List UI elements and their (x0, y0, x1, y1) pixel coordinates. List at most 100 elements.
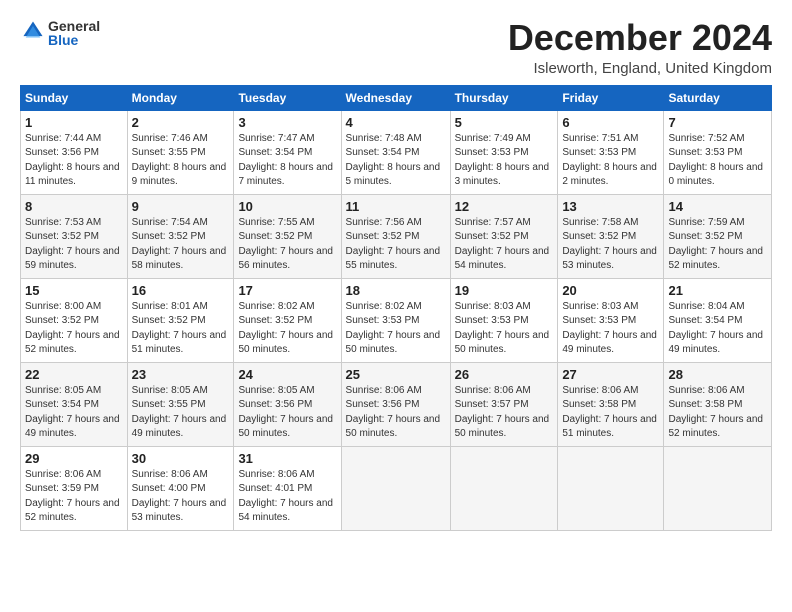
day-number: 26 (455, 367, 554, 382)
day-info: Sunrise: 8:05 AMSunset: 3:55 PMDaylight:… (132, 384, 230, 442)
day-number: 3 (238, 115, 336, 130)
calendar-cell: 12 Sunrise: 7:57 AMSunset: 3:52 PMDayligh… (450, 194, 558, 278)
day-number: 2 (132, 115, 230, 130)
calendar-cell: 26 Sunrise: 8:06 AMSunset: 3:57 PMDayligh… (450, 362, 558, 446)
calendar-cell: 21 Sunrise: 8:04 AMSunset: 3:54 PMDayligh… (664, 278, 772, 362)
day-info: Sunrise: 7:53 AMSunset: 3:52 PMDaylight:… (25, 216, 123, 274)
calendar-cell: 27 Sunrise: 8:06 AMSunset: 3:58 PMDayligh… (558, 362, 664, 446)
logo-icon (22, 20, 44, 42)
day-info: Sunrise: 8:06 AMSunset: 3:58 PMDaylight:… (562, 384, 659, 442)
day-of-week-header: Tuesday (234, 85, 341, 110)
day-number: 4 (346, 115, 446, 130)
calendar-cell: 19 Sunrise: 8:03 AMSunset: 3:53 PMDayligh… (450, 278, 558, 362)
day-info: Sunrise: 8:06 AMSunset: 3:59 PMDaylight:… (25, 468, 123, 526)
calendar-cell: 24 Sunrise: 8:05 AMSunset: 3:56 PMDayligh… (234, 362, 341, 446)
calendar-cell (664, 446, 772, 530)
day-info: Sunrise: 7:49 AMSunset: 3:53 PMDaylight:… (455, 132, 554, 190)
day-info: Sunrise: 7:59 AMSunset: 3:52 PMDaylight:… (668, 216, 767, 274)
day-of-week-header: Sunday (21, 85, 128, 110)
logo: General Blue (20, 18, 100, 48)
calendar-cell: 20Sunrise: 8:03 AMSunset: 3:53 PMDayligh… (558, 278, 664, 362)
day-number: 24 (238, 367, 336, 382)
calendar-cell: 31 Sunrise: 8:06 AMSunset: 4:01 PMDayligh… (234, 446, 341, 530)
day-number: 9 (132, 199, 230, 214)
day-info: Sunrise: 8:06 AMSunset: 4:01 PMDaylight:… (238, 468, 336, 526)
day-info: Sunrise: 7:44 AMSunset: 3:56 PMDaylight:… (25, 132, 123, 190)
day-info: Sunrise: 7:47 AMSunset: 3:54 PMDaylight:… (238, 132, 336, 190)
calendar-cell: 16Sunrise: 8:01 AMSunset: 3:52 PMDayligh… (127, 278, 234, 362)
calendar-cell (450, 446, 558, 530)
day-number: 18 (346, 283, 446, 298)
day-info: Sunrise: 8:05 AMSunset: 3:56 PMDaylight:… (238, 384, 336, 442)
day-info: Sunrise: 7:51 AMSunset: 3:53 PMDaylight:… (562, 132, 659, 190)
calendar-cell: 8 Sunrise: 7:53 AMSunset: 3:52 PMDaylight… (21, 194, 128, 278)
day-info: Sunrise: 8:06 AMSunset: 4:00 PMDaylight:… (132, 468, 230, 526)
day-number: 30 (132, 451, 230, 466)
day-number: 29 (25, 451, 123, 466)
day-number: 6 (562, 115, 659, 130)
calendar-cell: 14 Sunrise: 7:59 AMSunset: 3:52 PMDayligh… (664, 194, 772, 278)
page-header: General Blue December 2024 Isleworth, En… (20, 18, 772, 77)
day-number: 22 (25, 367, 123, 382)
calendar-cell: 25Sunrise: 8:06 AMSunset: 3:56 PMDayligh… (341, 362, 450, 446)
day-of-week-header: Thursday (450, 85, 558, 110)
day-number: 14 (668, 199, 767, 214)
calendar-cell: 3 Sunrise: 7:47 AMSunset: 3:54 PMDaylight… (234, 110, 341, 194)
day-info: Sunrise: 7:57 AMSunset: 3:52 PMDaylight:… (455, 216, 554, 274)
calendar-cell: 28 Sunrise: 8:06 AMSunset: 3:58 PMDayligh… (664, 362, 772, 446)
calendar-cell: 23 Sunrise: 8:05 AMSunset: 3:55 PMDayligh… (127, 362, 234, 446)
day-info: Sunrise: 8:02 AMSunset: 3:53 PMDaylight:… (346, 300, 446, 358)
calendar-cell: 1 Sunrise: 7:44 AMSunset: 3:56 PMDaylight… (21, 110, 128, 194)
day-info: Sunrise: 7:55 AMSunset: 3:52 PMDaylight:… (238, 216, 336, 274)
day-info: Sunrise: 8:01 AMSunset: 3:52 PMDaylight:… (132, 300, 230, 358)
calendar-cell (341, 446, 450, 530)
title-block: December 2024 Isleworth, England, United… (508, 18, 772, 77)
location-subtitle: Isleworth, England, United Kingdom (508, 60, 772, 77)
day-info: Sunrise: 8:00 AMSunset: 3:52 PMDaylight:… (25, 300, 123, 358)
day-info: Sunrise: 8:05 AMSunset: 3:54 PMDaylight:… (25, 384, 123, 442)
calendar-cell: 7Sunrise: 7:52 AMSunset: 3:53 PMDaylight… (664, 110, 772, 194)
day-info: Sunrise: 8:03 AMSunset: 3:53 PMDaylight:… (562, 300, 659, 358)
calendar-cell: 10 Sunrise: 7:55 AMSunset: 3:52 PMDayligh… (234, 194, 341, 278)
day-number: 5 (455, 115, 554, 130)
day-number: 27 (562, 367, 659, 382)
day-number: 11 (346, 199, 446, 214)
day-info: Sunrise: 8:06 AMSunset: 3:57 PMDaylight:… (455, 384, 554, 442)
day-info: Sunrise: 7:48 AMSunset: 3:54 PMDaylight:… (346, 132, 446, 190)
day-info: Sunrise: 7:56 AMSunset: 3:52 PMDaylight:… (346, 216, 446, 274)
day-number: 23 (132, 367, 230, 382)
day-number: 31 (238, 451, 336, 466)
day-of-week-header: Saturday (664, 85, 772, 110)
calendar-cell: 4 Sunrise: 7:48 AMSunset: 3:54 PMDaylight… (341, 110, 450, 194)
calendar-cell: 6 Sunrise: 7:51 AMSunset: 3:53 PMDaylight… (558, 110, 664, 194)
day-info: Sunrise: 8:03 AMSunset: 3:53 PMDaylight:… (455, 300, 554, 358)
calendar-cell (558, 446, 664, 530)
calendar-cell: 17Sunrise: 8:02 AMSunset: 3:52 PMDayligh… (234, 278, 341, 362)
day-number: 12 (455, 199, 554, 214)
calendar-cell: 29 Sunrise: 8:06 AMSunset: 3:59 PMDayligh… (21, 446, 128, 530)
day-info: Sunrise: 7:58 AMSunset: 3:52 PMDaylight:… (562, 216, 659, 274)
calendar-cell: 5 Sunrise: 7:49 AMSunset: 3:53 PMDaylight… (450, 110, 558, 194)
day-info: Sunrise: 8:06 AMSunset: 3:56 PMDaylight:… (346, 384, 446, 442)
day-info: Sunrise: 7:54 AMSunset: 3:52 PMDaylight:… (132, 216, 230, 274)
calendar-cell: 30 Sunrise: 8:06 AMSunset: 4:00 PMDayligh… (127, 446, 234, 530)
day-number: 7 (668, 115, 767, 130)
day-of-week-header: Friday (558, 85, 664, 110)
day-info: Sunrise: 8:06 AMSunset: 3:58 PMDaylight:… (668, 384, 767, 442)
day-of-week-header: Wednesday (341, 85, 450, 110)
calendar-cell: 22 Sunrise: 8:05 AMSunset: 3:54 PMDayligh… (21, 362, 128, 446)
day-number: 28 (668, 367, 767, 382)
day-number: 13 (562, 199, 659, 214)
day-number: 8 (25, 199, 123, 214)
calendar-table: SundayMondayTuesdayWednesdayThursdayFrid… (20, 85, 772, 531)
calendar-cell: 15 Sunrise: 8:00 AMSunset: 3:52 PMDayligh… (21, 278, 128, 362)
day-number: 17 (238, 283, 336, 298)
day-number: 1 (25, 115, 123, 130)
day-info: Sunrise: 8:04 AMSunset: 3:54 PMDaylight:… (668, 300, 767, 358)
day-of-week-header: Monday (127, 85, 234, 110)
calendar-cell: 18 Sunrise: 8:02 AMSunset: 3:53 PMDayligh… (341, 278, 450, 362)
day-number: 15 (25, 283, 123, 298)
day-number: 21 (668, 283, 767, 298)
day-number: 10 (238, 199, 336, 214)
day-number: 19 (455, 283, 554, 298)
